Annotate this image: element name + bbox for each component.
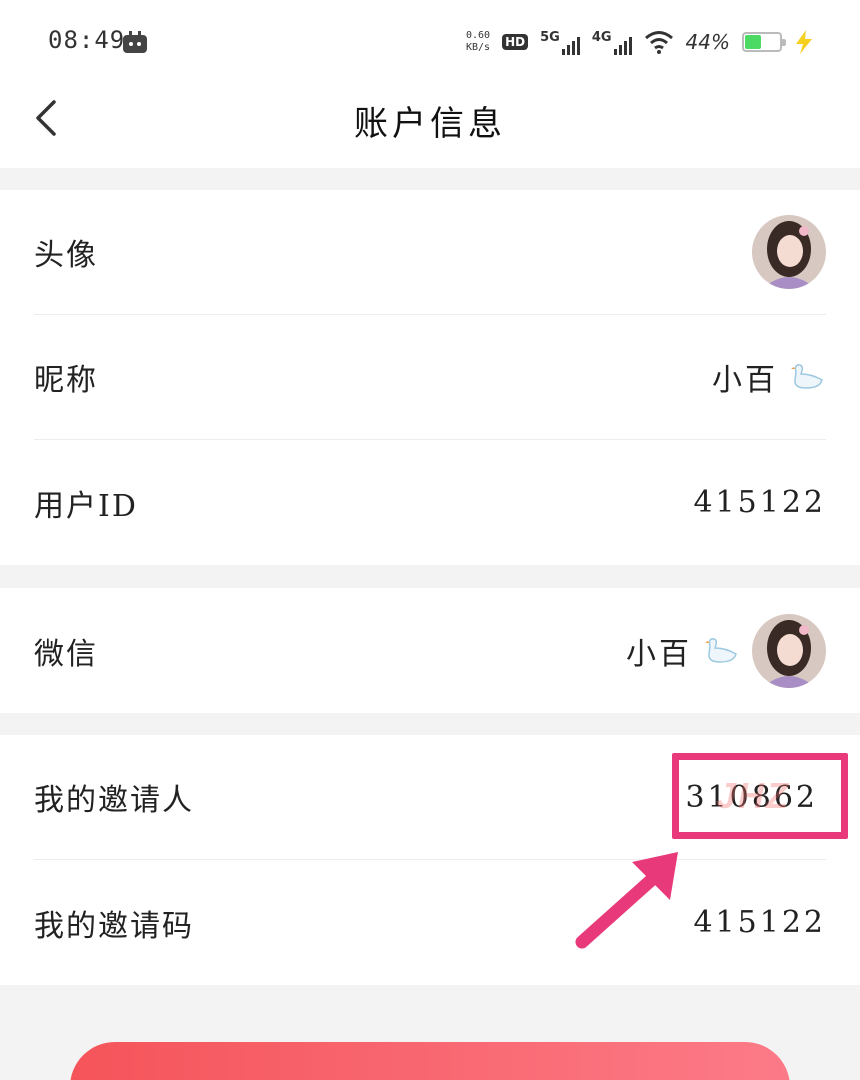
hd-icon: HD: [502, 34, 529, 50]
speed-value: 0.60: [466, 30, 491, 41]
avatar-image: [752, 613, 826, 688]
swan-icon: [791, 364, 823, 389]
nickname-value: 小百: [712, 363, 778, 398]
nickname-label: 昵称: [34, 363, 98, 398]
avatar-image: [752, 215, 826, 289]
nav-header: 账户信息: [0, 86, 860, 168]
user-id-value: 415122: [693, 485, 826, 520]
highlight-box: [672, 753, 848, 839]
invite-code-value: 415122: [693, 905, 826, 940]
wifi-icon: [644, 31, 673, 54]
wechat-avatar: [752, 613, 826, 688]
user-id-row: 用户ID 415122: [34, 440, 826, 565]
bottom-action-button[interactable]: [70, 1042, 790, 1080]
signal-4g-icon: 4G: [592, 30, 632, 55]
annotation-arrow-icon: [575, 852, 678, 949]
wechat-value: 小百: [626, 636, 692, 672]
avatar-row[interactable]: 头像: [34, 190, 826, 315]
wechat-label: 微信: [34, 636, 98, 672]
status-icons: 0.60 KB/s HD 5G 4G 44%: [466, 24, 814, 60]
status-bar: 08:49 0.60 KB/s HD 5G 4G 44%: [0, 0, 860, 86]
status-time: 08:49: [48, 26, 126, 54]
avatar[interactable]: [752, 215, 826, 289]
wechat-row[interactable]: 微信 小百: [34, 588, 826, 713]
swan-icon: [705, 637, 737, 663]
invite-code-label: 我的邀请码: [34, 908, 194, 944]
invite-code-row[interactable]: 我的邀请码 415122: [34, 860, 826, 985]
network-label-4g: 4G: [591, 29, 612, 45]
nickname-row[interactable]: 昵称 小百: [34, 315, 826, 440]
battery-percent: 44%: [685, 30, 730, 54]
avatar-label: 头像: [34, 238, 98, 273]
speed-unit: KB/s: [466, 42, 491, 53]
app-notification-icon: [123, 31, 147, 53]
charging-icon: [796, 30, 812, 54]
battery-icon: [742, 32, 786, 52]
network-label-5g: 5G: [540, 29, 560, 45]
page-title: 账户信息: [354, 104, 506, 144]
signal-5g-icon: 5G: [540, 30, 580, 55]
wechat-card: 微信 小百: [0, 588, 860, 713]
profile-card: 头像 昵称 小百 用户ID 415122: [0, 190, 860, 565]
user-id-label: 用户ID: [34, 488, 138, 524]
network-speed: 0.60 KB/s: [466, 30, 490, 54]
inviter-label: 我的邀请人: [34, 783, 194, 818]
